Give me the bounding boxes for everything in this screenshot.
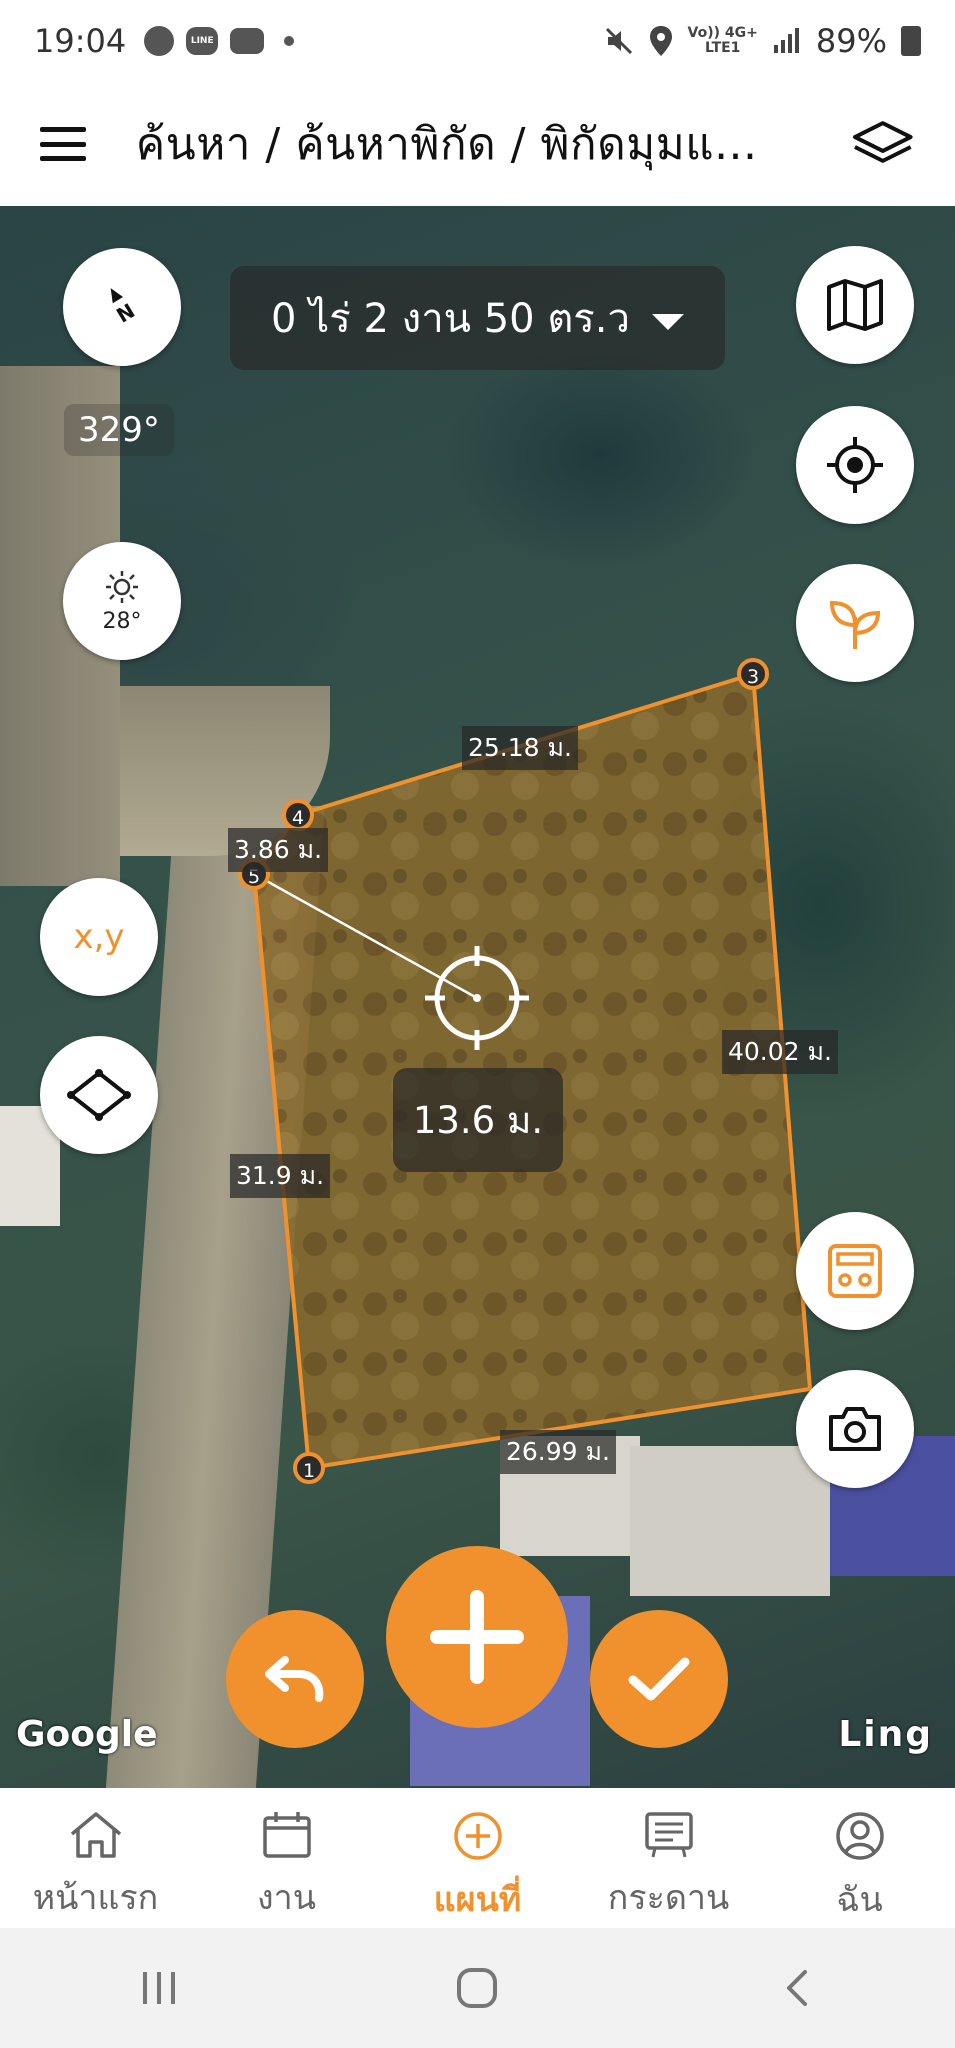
weather-button[interactable]: 28° [63, 542, 181, 660]
breadcrumb: ค้นหา / ค้นหาพิกัด / พิกัดมุมแ... [135, 119, 758, 170]
back-chevron-icon [786, 1970, 807, 2006]
edge-label: 25.18 ม. [462, 726, 578, 770]
bottom-navigation: หน้าแรก งาน แผนที่ กระดาน ฉัน [0, 1788, 955, 1928]
camera-icon [829, 1407, 881, 1451]
status-time: 19:04 [34, 22, 127, 60]
map-type-button[interactable] [796, 246, 914, 364]
edge-label: 40.02 ม. [722, 1030, 838, 1074]
edge-label: 31.9 ม. [230, 1154, 331, 1198]
vertex-label-1: 1 [303, 1460, 315, 1482]
crop-button[interactable] [796, 564, 914, 682]
vertex-label-4: 4 [292, 807, 304, 829]
calculator-button[interactable] [796, 1212, 914, 1330]
compass-heading: 329° [64, 404, 174, 456]
target-location-icon [827, 437, 883, 493]
nav-work[interactable]: งาน [191, 1788, 382, 1928]
my-location-button[interactable] [796, 406, 914, 524]
system-navigation-bar [0, 1928, 955, 2048]
compass-icon: N [110, 288, 139, 328]
check-icon [628, 1657, 690, 1701]
map-icon [827, 279, 883, 331]
hamburger-icon[interactable] [40, 127, 86, 161]
board-icon [644, 1812, 693, 1858]
status-bar: 19:04 LINE Vo)) 4G+ LTE1 89% [0, 0, 955, 82]
nav-profile[interactable]: ฉัน [764, 1788, 955, 1928]
camera-button[interactable] [796, 1370, 914, 1488]
sun-icon [106, 570, 138, 603]
undo-button[interactable] [226, 1610, 364, 1748]
recent-apps-icon [143, 1972, 176, 2004]
plus-icon [430, 1590, 524, 1684]
edge-label: 3.86 ม. [228, 828, 329, 872]
xy-coordinates-button[interactable]: x,y [40, 878, 158, 996]
notification-icon [144, 26, 175, 56]
compass-button[interactable]: N [63, 248, 181, 366]
polygon-edit-button[interactable] [40, 1036, 158, 1154]
network-type: Vo)) 4G+ LTE1 [687, 25, 758, 56]
chevron-down-icon [651, 314, 684, 330]
youtube-icon [230, 28, 265, 54]
nav-work-label: งาน [257, 1878, 316, 1918]
nav-profile-label: ฉัน [836, 1880, 883, 1920]
recent-apps-button[interactable] [99, 1948, 219, 2028]
nav-map-label: แผนที่ [433, 1880, 522, 1920]
calculator-icon [828, 1244, 882, 1298]
google-attribution: Google [16, 1714, 158, 1755]
area-text: 0 ไร่ 2 งาน 50 ตร.ว [271, 296, 630, 342]
nav-home[interactable]: หน้าแรก [0, 1788, 191, 1928]
nav-board-label: กระดาน [607, 1878, 730, 1918]
profile-icon [835, 1812, 884, 1860]
line-app-icon: LINE [186, 27, 219, 55]
confirm-button[interactable] [590, 1610, 728, 1748]
plus-circle-icon [453, 1812, 502, 1860]
home-circle-icon [457, 1968, 498, 2008]
battery-icon [901, 26, 921, 56]
home-icon [70, 1812, 121, 1858]
distance-readout: 13.6 ม. [393, 1068, 563, 1172]
more-notifications-dot [284, 36, 295, 46]
ling-watermark: Ling [838, 1714, 933, 1755]
nav-map[interactable]: แผนที่ [382, 1788, 573, 1928]
app-header: ค้นหา / ค้นหาพิกัด / พิกัดมุมแ... [0, 82, 955, 206]
signal-icon [773, 28, 799, 53]
map-view[interactable]: 1 3 4 5 25.18 ม. 3.86 ม. 40.02 ม. 31.9 ม… [0, 206, 955, 1788]
mute-icon [605, 27, 632, 55]
polygon-icon [67, 1069, 131, 1121]
weather-temp: 28° [102, 608, 142, 634]
nav-home-label: หน้าแรก [32, 1878, 159, 1918]
back-button[interactable] [736, 1948, 856, 2028]
status-right: Vo)) 4G+ LTE1 89% [604, 22, 921, 60]
svg-text:N: N [112, 298, 139, 327]
sprout-icon [829, 600, 881, 649]
area-summary-dropdown[interactable]: 0 ไร่ 2 งาน 50 ตร.ว [230, 266, 725, 370]
home-button[interactable] [417, 1948, 537, 2028]
nav-board[interactable]: กระดาน [573, 1788, 764, 1928]
xy-label: x,y [73, 917, 125, 957]
calendar-icon [262, 1812, 311, 1858]
layers-icon[interactable] [851, 119, 915, 169]
add-point-button[interactable] [386, 1546, 568, 1728]
vertex-label-3: 3 [747, 666, 759, 688]
battery-percent: 89% [815, 22, 887, 60]
location-icon [649, 26, 672, 56]
edge-label: 26.99 ม. [500, 1430, 616, 1474]
undo-icon [265, 1656, 324, 1702]
